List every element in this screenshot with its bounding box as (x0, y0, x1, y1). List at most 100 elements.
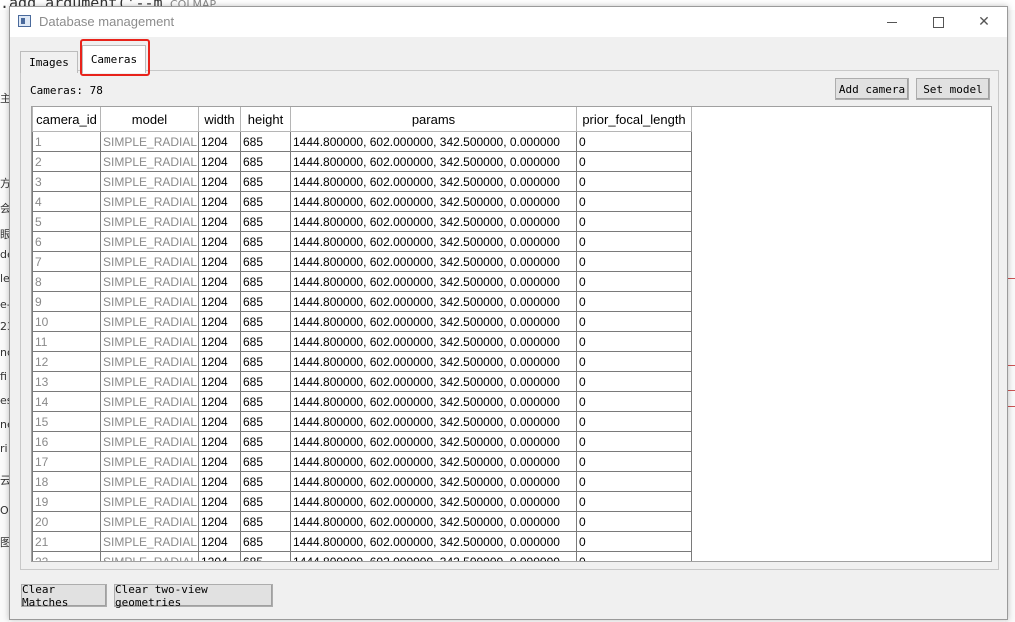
cell-params[interactable]: 1444.800000, 602.000000, 342.500000, 0.0… (290, 131, 577, 152)
cell-prior-focal-length[interactable]: 0 (576, 471, 692, 492)
cell-prior-focal-length[interactable]: 0 (576, 351, 692, 372)
cell-camera-id[interactable]: 22 (32, 551, 101, 561)
cell-params[interactable]: 1444.800000, 602.000000, 342.500000, 0.0… (290, 531, 577, 552)
cell-prior-focal-length[interactable]: 0 (576, 231, 692, 252)
cell-params[interactable]: 1444.800000, 602.000000, 342.500000, 0.0… (290, 451, 577, 472)
cell-params[interactable]: 1444.800000, 602.000000, 342.500000, 0.0… (290, 211, 577, 232)
cell-width[interactable]: 1204 (198, 371, 241, 392)
table-row[interactable]: 17 SIMPLE_RADIAL 1204 685 1444.800000, 602.0… (32, 451, 692, 472)
cell-height[interactable]: 685 (240, 531, 291, 552)
table-row[interactable]: 16 SIMPLE_RADIAL 1204 685 1444.800000, 602.0… (32, 431, 692, 452)
table-row[interactable]: 9 SIMPLE_RADIAL 1204 685 1444.800000, 602.00… (32, 291, 692, 312)
cell-camera-id[interactable]: 1 (32, 131, 101, 152)
clear-matches-button[interactable]: Clear Matches (21, 583, 107, 609)
set-model-button[interactable]: Set model (916, 78, 990, 100)
cell-height[interactable]: 685 (240, 351, 291, 372)
cell-params[interactable]: 1444.800000, 602.000000, 342.500000, 0.0… (290, 291, 577, 312)
cell-prior-focal-length[interactable]: 0 (576, 191, 692, 212)
cell-camera-id[interactable]: 11 (32, 331, 101, 352)
cell-prior-focal-length[interactable]: 0 (576, 251, 692, 272)
cell-width[interactable]: 1204 (198, 431, 241, 452)
cell-model[interactable]: SIMPLE_RADIAL (100, 471, 199, 492)
cell-model[interactable]: SIMPLE_RADIAL (100, 151, 199, 172)
cell-width[interactable]: 1204 (198, 211, 241, 232)
cell-width[interactable]: 1204 (198, 331, 241, 352)
cell-prior-focal-length[interactable]: 0 (576, 211, 692, 232)
cell-model[interactable]: SIMPLE_RADIAL (100, 371, 199, 392)
cell-params[interactable]: 1444.800000, 602.000000, 342.500000, 0.0… (290, 251, 577, 272)
column-header-height[interactable]: height (240, 107, 291, 132)
cell-height[interactable]: 685 (240, 451, 291, 472)
cell-model[interactable]: SIMPLE_RADIAL (100, 391, 199, 412)
cell-model[interactable]: SIMPLE_RADIAL (100, 331, 199, 352)
cell-width[interactable]: 1204 (198, 151, 241, 172)
cell-width[interactable]: 1204 (198, 131, 241, 152)
cell-camera-id[interactable]: 5 (32, 211, 101, 232)
cell-camera-id[interactable]: 4 (32, 191, 101, 212)
cell-params[interactable]: 1444.800000, 602.000000, 342.500000, 0.0… (290, 431, 577, 452)
cell-height[interactable]: 685 (240, 231, 291, 252)
cell-height[interactable]: 685 (240, 331, 291, 352)
table-row[interactable]: 4 SIMPLE_RADIAL 1204 685 1444.800000, 602.00… (32, 191, 692, 212)
cell-model[interactable]: SIMPLE_RADIAL (100, 431, 199, 452)
cell-camera-id[interactable]: 19 (32, 491, 101, 512)
cell-height[interactable]: 685 (240, 511, 291, 532)
cell-height[interactable]: 685 (240, 411, 291, 432)
cell-params[interactable]: 1444.800000, 602.000000, 342.500000, 0.0… (290, 311, 577, 332)
cell-params[interactable]: 1444.800000, 602.000000, 342.500000, 0.0… (290, 371, 577, 392)
table-row[interactable]: 15 SIMPLE_RADIAL 1204 685 1444.800000, 602.0… (32, 411, 692, 432)
cell-params[interactable]: 1444.800000, 602.000000, 342.500000, 0.0… (290, 491, 577, 512)
cell-prior-focal-length[interactable]: 0 (576, 311, 692, 332)
cell-params[interactable]: 1444.800000, 602.000000, 342.500000, 0.0… (290, 271, 577, 292)
cell-params[interactable]: 1444.800000, 602.000000, 342.500000, 0.0… (290, 151, 577, 172)
cell-height[interactable]: 685 (240, 311, 291, 332)
cell-model[interactable]: SIMPLE_RADIAL (100, 191, 199, 212)
table-row[interactable]: 3 SIMPLE_RADIAL 1204 685 1444.800000, 602.00… (32, 171, 692, 192)
cell-prior-focal-length[interactable]: 0 (576, 431, 692, 452)
minimize-button[interactable] (869, 7, 915, 37)
cell-model[interactable]: SIMPLE_RADIAL (100, 491, 199, 512)
cell-height[interactable]: 685 (240, 371, 291, 392)
cell-prior-focal-length[interactable]: 0 (576, 491, 692, 512)
cell-model[interactable]: SIMPLE_RADIAL (100, 451, 199, 472)
cell-width[interactable]: 1204 (198, 511, 241, 532)
cell-height[interactable]: 685 (240, 471, 291, 492)
cell-model[interactable]: SIMPLE_RADIAL (100, 131, 199, 152)
table-row[interactable]: 10 SIMPLE_RADIAL 1204 685 1444.800000, 602.0… (32, 311, 692, 332)
cell-camera-id[interactable]: 17 (32, 451, 101, 472)
cell-prior-focal-length[interactable]: 0 (576, 551, 692, 561)
cell-height[interactable]: 685 (240, 131, 291, 152)
column-header-model[interactable]: model (100, 107, 199, 132)
cell-width[interactable]: 1204 (198, 311, 241, 332)
cell-model[interactable]: SIMPLE_RADIAL (100, 171, 199, 192)
cell-model[interactable]: SIMPLE_RADIAL (100, 551, 199, 561)
cell-height[interactable]: 685 (240, 431, 291, 452)
cell-width[interactable]: 1204 (198, 251, 241, 272)
cell-prior-focal-length[interactable]: 0 (576, 511, 692, 532)
table-row[interactable]: 13 SIMPLE_RADIAL 1204 685 1444.800000, 602.0… (32, 371, 692, 392)
maximize-button[interactable] (915, 7, 961, 37)
close-button[interactable]: ✕ (961, 7, 1007, 37)
cell-camera-id[interactable]: 12 (32, 351, 101, 372)
cell-width[interactable]: 1204 (198, 531, 241, 552)
cell-model[interactable]: SIMPLE_RADIAL (100, 271, 199, 292)
table-row[interactable]: 1 SIMPLE_RADIAL 1204 685 1444.800000, 602.00… (32, 131, 692, 152)
cell-camera-id[interactable]: 15 (32, 411, 101, 432)
cell-model[interactable]: SIMPLE_RADIAL (100, 251, 199, 272)
cell-model[interactable]: SIMPLE_RADIAL (100, 291, 199, 312)
cell-width[interactable]: 1204 (198, 411, 241, 432)
cell-camera-id[interactable]: 18 (32, 471, 101, 492)
cell-params[interactable]: 1444.800000, 602.000000, 342.500000, 0.0… (290, 231, 577, 252)
cell-width[interactable]: 1204 (198, 291, 241, 312)
cell-camera-id[interactable]: 8 (32, 271, 101, 292)
cell-params[interactable]: 1444.800000, 602.000000, 342.500000, 0.0… (290, 411, 577, 432)
cell-params[interactable]: 1444.800000, 602.000000, 342.500000, 0.0… (290, 351, 577, 372)
cell-camera-id[interactable]: 16 (32, 431, 101, 452)
table-row[interactable]: 19 SIMPLE_RADIAL 1204 685 1444.800000, 602.0… (32, 491, 692, 512)
cell-camera-id[interactable]: 7 (32, 251, 101, 272)
cell-prior-focal-length[interactable]: 0 (576, 331, 692, 352)
cell-prior-focal-length[interactable]: 0 (576, 411, 692, 432)
cell-width[interactable]: 1204 (198, 171, 241, 192)
cell-camera-id[interactable]: 6 (32, 231, 101, 252)
cell-camera-id[interactable]: 9 (32, 291, 101, 312)
